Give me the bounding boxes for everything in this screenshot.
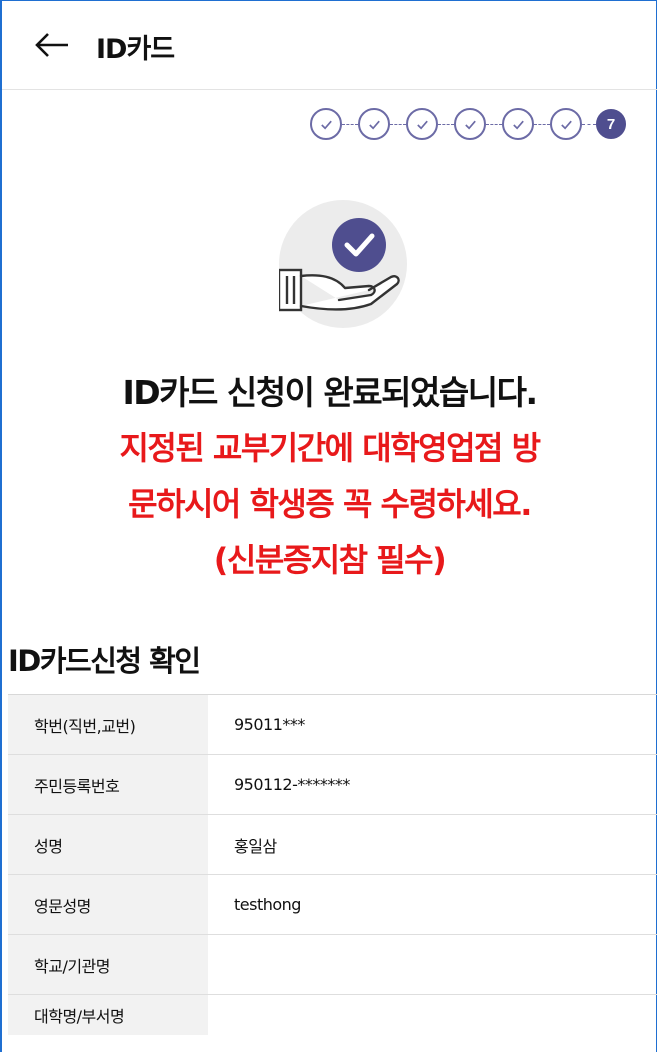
step-3-complete-icon (406, 108, 438, 140)
table-row-resident-number: 주민등록번호 950112-******* (8, 755, 657, 815)
step-5-complete-icon (502, 108, 534, 140)
row-label: 대학명/부서명 (8, 995, 208, 1035)
table-row-english-name: 영문성명 testhong (8, 875, 657, 935)
pickup-notice-line-2: 문하시어 학생증 꼭 수령하세요. (128, 485, 532, 523)
back-arrow-icon[interactable] (32, 25, 72, 65)
row-value: 홍일삼 (234, 836, 277, 856)
confirm-table: 학번(직번,교번) 95011*** 주민등록번호 950112-*******… (8, 694, 657, 1035)
row-value: testhong (234, 895, 301, 914)
row-label: 성명 (8, 815, 208, 874)
top-app-bar: ID카드 (2, 1, 657, 90)
row-label: 주민등록번호 (8, 755, 208, 814)
table-row-student-id: 학번(직번,교번) 95011*** (8, 695, 657, 755)
step-6-complete-icon (550, 108, 582, 140)
step-1-complete-icon (310, 108, 342, 140)
page-title: ID카드 (96, 34, 175, 65)
step-2-complete-icon (358, 108, 390, 140)
row-value: 950112-******* (234, 775, 350, 794)
row-label: 영문성명 (8, 875, 208, 934)
row-value: 95011*** (234, 715, 305, 734)
step-current: 7 (596, 109, 626, 139)
hand-check-icon (277, 200, 407, 328)
row-label: 학교/기관명 (8, 935, 208, 994)
table-row-institution: 학교/기관명 (8, 935, 657, 995)
row-label: 학번(직번,교번) (8, 695, 208, 754)
step-4-complete-icon (454, 108, 486, 140)
table-row-name: 성명 홍일삼 (8, 815, 657, 875)
confirm-section-title: ID카드신청 확인 (8, 644, 201, 678)
completion-headline: ID카드 신청이 완료되었습니다. (122, 373, 538, 412)
row-value (208, 995, 657, 1035)
pickup-notice-line-1: 지정된 교부기간에 대학영업점 방 (119, 429, 541, 467)
pickup-notice-line-3: (신분증지참 필수) (213, 541, 447, 579)
table-row-department: 대학명/부서명 (8, 995, 657, 1035)
row-value (208, 935, 657, 994)
